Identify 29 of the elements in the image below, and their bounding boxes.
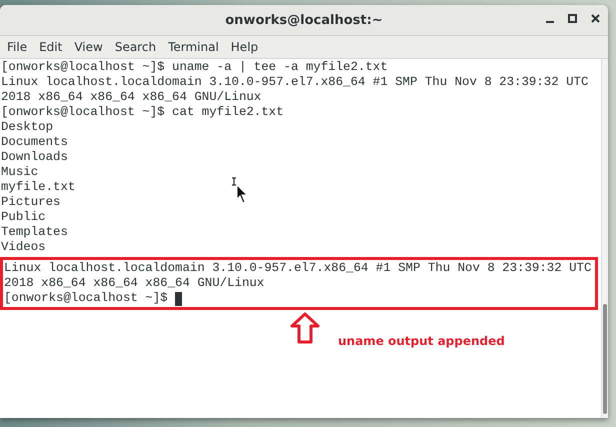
terminal-line: Downloads bbox=[0, 150, 68, 165]
terminal-line: Linux localhost.localdomain 3.10.0-957.el7.x86_64 #1 SMP Thu Nov 8 23:39:32 UTC bbox=[3, 261, 592, 276]
annotation-label: uname output appended bbox=[338, 334, 505, 348]
terminal-line: Linux localhost.localdomain 3.10.0-957.el7.x86_64 #1 SMP Thu Nov 8 23:39:32 UTC bbox=[0, 75, 588, 90]
menu-item[interactable]: Search bbox=[110, 40, 162, 54]
close-icon[interactable] bbox=[591, 14, 600, 23]
terminal-prompt: [onworks@localhost ~]$ bbox=[3, 291, 168, 306]
text-cursor bbox=[174, 292, 182, 306]
menu-item[interactable]: File bbox=[2, 40, 32, 54]
window-title: onworks@localhost:~ bbox=[225, 12, 383, 28]
menu-item[interactable]: Edit bbox=[34, 40, 68, 54]
terminal-line: [onworks@localhost ~]$ uname -a | tee -a myfile2.txt bbox=[0, 60, 388, 75]
terminal-line: Documents bbox=[0, 135, 68, 150]
terminal-line: Desktop bbox=[0, 120, 54, 135]
terminal-line: Videos bbox=[0, 240, 46, 255]
menu-item[interactable]: View bbox=[69, 40, 108, 54]
terminal-line: [onworks@localhost ~]$ cat myfile2.txt bbox=[0, 105, 284, 120]
terminal-line: Public bbox=[0, 210, 46, 225]
terminal-line: Music bbox=[0, 165, 38, 180]
terminal-line: 2018 x86_64 x86_64 x86_64 GNU/Linux bbox=[0, 90, 262, 105]
terminal-line: Pictures bbox=[0, 195, 60, 210]
menu-item[interactable]: Help bbox=[226, 40, 264, 54]
terminal-line: Templates bbox=[0, 225, 68, 240]
menu-item[interactable]: Terminal bbox=[163, 40, 224, 54]
terminal-line: myfile.txt bbox=[0, 180, 76, 195]
up-arrow-icon bbox=[290, 312, 320, 344]
terminal-line: 2018 x86_64 x86_64 x86_64 GNU/Linux bbox=[3, 276, 264, 291]
scrollbar[interactable] bbox=[601, 59, 608, 418]
maximize-icon[interactable] bbox=[568, 14, 577, 23]
